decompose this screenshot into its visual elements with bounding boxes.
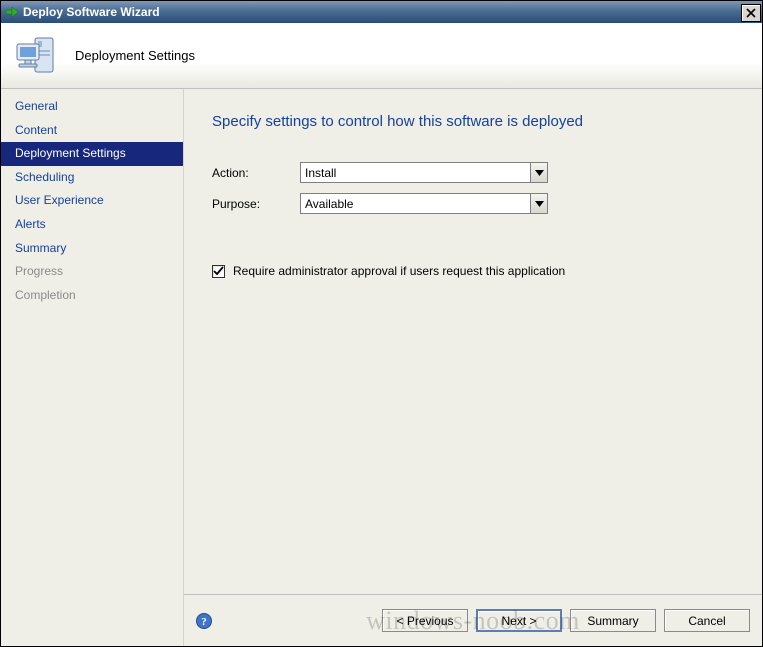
svg-text:?: ? [201, 616, 207, 628]
summary-button[interactable]: Summary [570, 609, 656, 632]
approval-checkbox[interactable] [212, 265, 225, 278]
wizard-body: General Content Deployment Settings Sche… [1, 89, 762, 646]
nav-deployment-settings[interactable]: Deployment Settings [1, 142, 183, 166]
nav-content[interactable]: Content [1, 119, 183, 143]
approval-row: Require administrator approval if users … [212, 264, 734, 278]
nav-general[interactable]: General [1, 95, 183, 119]
action-value: Install [301, 166, 530, 180]
chevron-down-icon [530, 194, 547, 213]
window-title: Deploy Software Wizard [23, 5, 160, 19]
page-heading: Specify settings to control how this sof… [212, 113, 734, 130]
banner: Deployment Settings [1, 23, 762, 89]
action-combobox[interactable]: Install [300, 162, 548, 183]
previous-button[interactable]: < Previous [382, 609, 468, 632]
action-row: Action: Install [212, 162, 734, 183]
nav-progress: Progress [1, 260, 183, 284]
purpose-value: Available [301, 197, 530, 211]
main-panel: Specify settings to control how this sof… [183, 89, 762, 646]
purpose-label: Purpose: [212, 197, 300, 211]
cancel-button[interactable]: Cancel [664, 609, 750, 632]
nav-scheduling[interactable]: Scheduling [1, 166, 183, 190]
title-bar: Deploy Software Wizard [1, 1, 762, 23]
wizard-nav: General Content Deployment Settings Sche… [1, 89, 183, 646]
help-icon[interactable]: ? [196, 613, 212, 629]
chevron-down-icon [530, 163, 547, 182]
nav-completion: Completion [1, 284, 183, 308]
nav-summary[interactable]: Summary [1, 237, 183, 261]
window-close-button[interactable] [741, 4, 761, 22]
nav-alerts[interactable]: Alerts [1, 213, 183, 237]
purpose-row: Purpose: Available [212, 193, 734, 214]
main-content: Specify settings to control how this sof… [184, 89, 762, 594]
nav-user-experience[interactable]: User Experience [1, 189, 183, 213]
wizard-arrow-icon [5, 5, 19, 19]
button-bar: ? < Previous Next > Summary Cancel [184, 594, 762, 646]
next-button[interactable]: Next > [476, 609, 562, 632]
banner-title: Deployment Settings [75, 48, 195, 63]
computer-icon [13, 32, 65, 80]
action-label: Action: [212, 166, 300, 180]
approval-label: Require administrator approval if users … [233, 264, 565, 278]
purpose-combobox[interactable]: Available [300, 193, 548, 214]
